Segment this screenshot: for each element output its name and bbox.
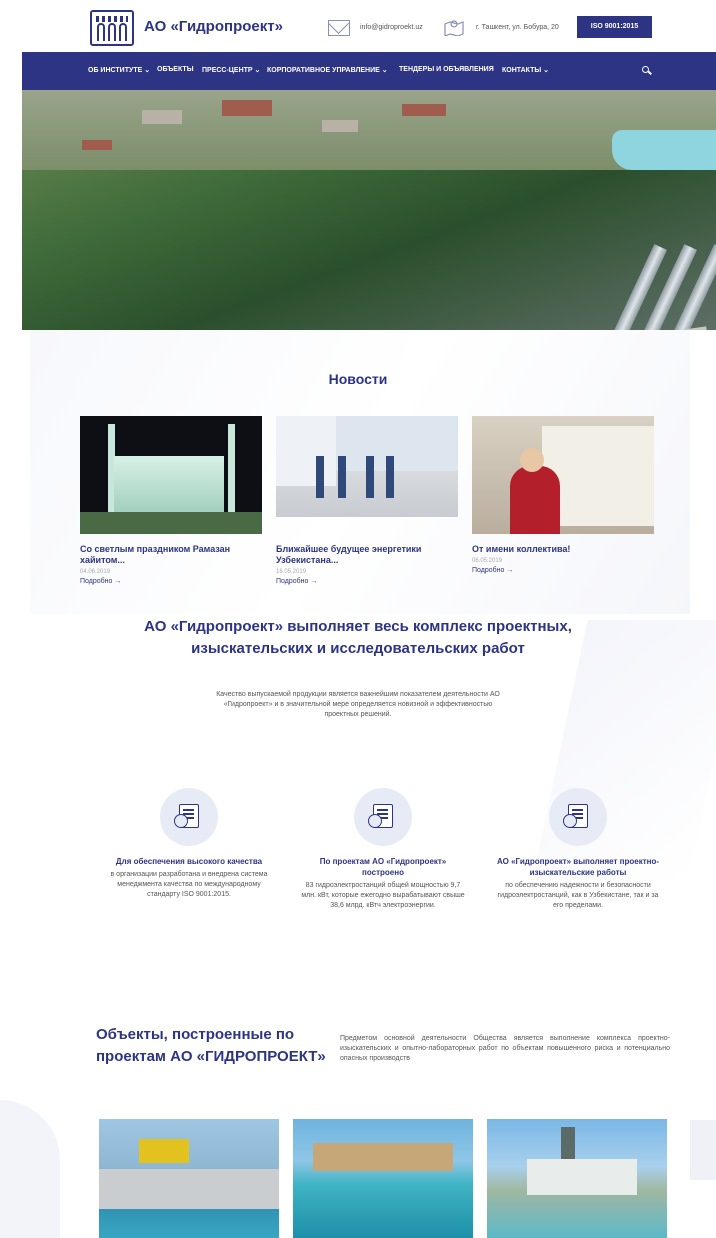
news-date: 04.06.2019 (80, 569, 111, 575)
report-icon (354, 788, 412, 846)
feature-text: 83 гидроэлектростанций общей мощностью 9… (301, 882, 465, 909)
object-image[interactable] (293, 1119, 473, 1238)
news-image[interactable] (472, 416, 654, 534)
feature-block: АО «Гидропроект» выполняет проектно-изыс… (493, 788, 663, 911)
feature-title: Для обеспечения высокого качества (115, 857, 263, 866)
top-header: АО «Гидропроект» info@gidroproekt.uz г. … (0, 0, 716, 52)
feature-title: По проектам АО «Гидропроект» построено (319, 857, 447, 877)
news-title[interactable]: От имени коллектива! (472, 544, 654, 555)
news-heading: Новости (328, 371, 388, 387)
decorative-shape (0, 1100, 60, 1238)
news-image[interactable] (80, 416, 262, 534)
iso-badge-button[interactable]: ISO 9001:2015 (577, 16, 652, 38)
news-date: 16.05.2019 (276, 569, 307, 575)
about-text: Качество выпускаемой продукции является … (216, 691, 500, 718)
nav-item-objects[interactable]: ОБЪЕКТЫ (157, 66, 194, 73)
feature-text: в организации разработана и внедрена сис… (110, 871, 268, 898)
report-icon (549, 788, 607, 846)
read-more-link[interactable]: Подробно → (276, 578, 458, 585)
objects-heading: Объекты, построенные по проектам АО «ГИД… (96, 1026, 326, 1065)
about-heading: АО «Гидропроект» выполняет весь комплекс… (144, 618, 572, 657)
feature-block: По проектам АО «Гидропроект» построено 8… (298, 788, 468, 911)
news-title[interactable]: Ближайшее будущее энергетики Узбекистана… (276, 544, 458, 566)
logo[interactable] (90, 10, 134, 46)
objects-text: Предметом основной деятельности Общества… (340, 1035, 670, 1062)
news-title[interactable]: Со светлым праздником Рамазан хайитом... (80, 544, 262, 566)
decorative-shape (690, 1120, 716, 1180)
read-more-link[interactable]: Подробно → (472, 567, 654, 574)
object-image[interactable] (487, 1119, 667, 1238)
mail-icon (328, 20, 350, 36)
main-nav: ОБ ИНСТИТУТЕ ⌄ ОБЪЕКТЫ ПРЕСС-ЦЕНТР ⌄ КОР… (22, 52, 716, 90)
feature-title: АО «Гидропроект» выполняет проектно-изыс… (496, 857, 659, 877)
nav-item-contacts[interactable]: КОНТАКТЫ ⌄ (502, 66, 549, 74)
nav-item-tenders[interactable]: ТЕНДЕРЫ И ОБЪЯВЛЕНИЯ (399, 66, 494, 73)
map-icon (444, 20, 464, 36)
news-card[interactable]: От имени коллектива! 06.05.2019 Подробно… (472, 416, 654, 574)
news-card[interactable]: Со светлым праздником Рамазан хайитом...… (80, 416, 262, 585)
search-icon[interactable] (642, 66, 649, 73)
brand-name[interactable]: АО «Гидропроект» (144, 18, 283, 35)
nav-item-corporate[interactable]: КОРПОРАТИВНОЕ УПРАВЛЕНИЕ ⌄ (267, 66, 388, 74)
report-icon (160, 788, 218, 846)
news-card[interactable]: Ближайшее будущее энергетики Узбекистана… (276, 416, 458, 585)
feature-block: Для обеспечения высокого качества в орга… (104, 788, 274, 900)
feature-text: по обеспечению надежности и безопасности… (497, 882, 659, 909)
news-image[interactable] (276, 416, 458, 517)
nav-item-press[interactable]: ПРЕСС-ЦЕНТР ⌄ (202, 66, 260, 74)
news-date: 06.05.2019 (472, 558, 503, 564)
email-link[interactable]: info@gidroproekt.uz (360, 24, 423, 31)
object-image[interactable] (99, 1119, 279, 1238)
address-text: г. Ташкент, ул. Бобура, 20 (476, 24, 559, 31)
hero-image (22, 90, 716, 330)
read-more-link[interactable]: Подробно → (80, 578, 262, 585)
nav-item-about[interactable]: ОБ ИНСТИТУТЕ ⌄ (88, 66, 150, 74)
